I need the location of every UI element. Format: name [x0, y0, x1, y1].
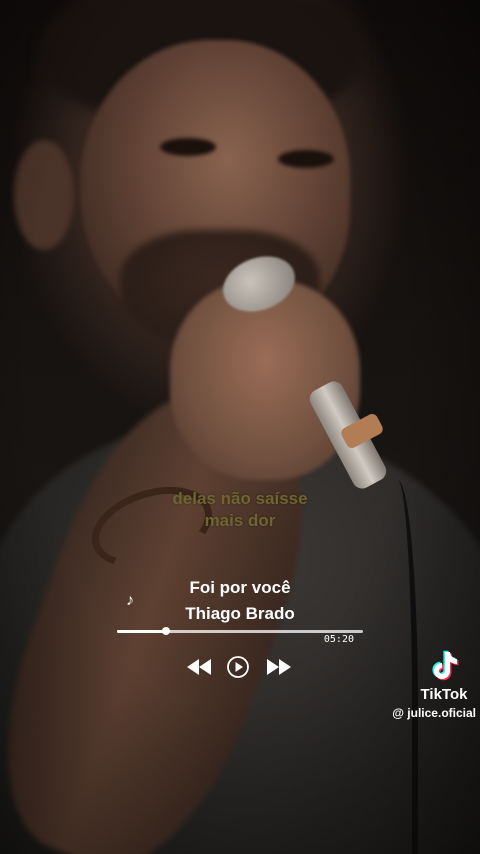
song-title: Foi por você — [189, 578, 291, 597]
progress-bar[interactable] — [117, 627, 363, 635]
play-icon — [227, 656, 249, 678]
next-icon — [267, 659, 291, 675]
vignette — [0, 0, 480, 854]
tiktok-logo-icon — [432, 650, 459, 681]
progress-fill — [117, 630, 167, 633]
duration-label: 05:20 — [323, 634, 354, 645]
tiktok-wordmark: TikTok — [420, 686, 468, 703]
play-button[interactable] — [226, 654, 250, 680]
lyrics-line-1: delas não saísse — [172, 489, 308, 508]
next-button[interactable] — [264, 654, 294, 680]
song-artist: Thiago Brado — [185, 604, 295, 623]
lyrics-line-2: mais dor — [204, 511, 276, 530]
player-controls — [184, 654, 296, 680]
previous-button[interactable] — [184, 654, 214, 680]
video-frame[interactable] — [0, 0, 480, 854]
creator-handle[interactable]: @ julice.oficial — [376, 706, 476, 720]
lyrics-overlay: delas não saísse mais dor — [120, 488, 360, 532]
previous-icon — [187, 659, 211, 675]
